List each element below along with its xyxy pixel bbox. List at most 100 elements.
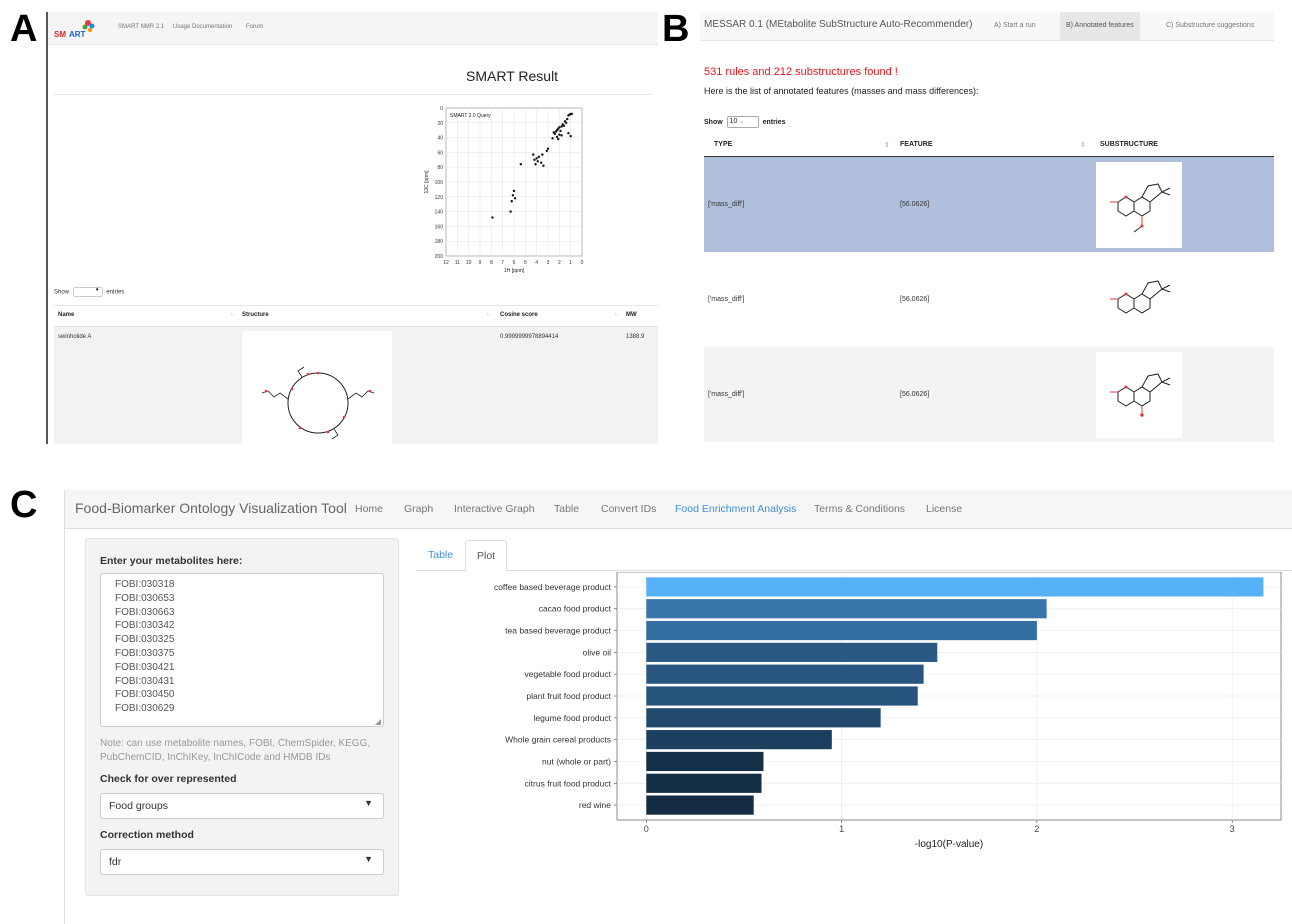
table-row[interactable]: ['mass_diff'] [56.0626] xyxy=(704,157,1274,252)
metabolites-label: Enter your metabolites here: xyxy=(100,555,243,567)
cell-name: swinholide A xyxy=(58,334,92,340)
bar xyxy=(646,642,938,662)
y-tick-label: 180 xyxy=(435,239,444,245)
substructure-image xyxy=(1096,257,1182,343)
fobi-navbar: Food-Biomarker Ontology Visualization To… xyxy=(65,490,1292,529)
metabolite-line: FOBI:030663 xyxy=(115,606,175,618)
x-tick-label: 3 xyxy=(547,260,550,266)
check-select-value: Food groups xyxy=(109,800,168,812)
entries-label: entries xyxy=(106,289,125,296)
cell-type: ['mass_diff'] xyxy=(708,391,745,398)
sort-icon[interactable]: ⇕ xyxy=(884,141,890,149)
caret-down-icon: ▼ xyxy=(364,798,373,808)
nav-home[interactable]: Home xyxy=(355,503,383,515)
structure-image xyxy=(242,331,392,444)
bar xyxy=(646,664,924,684)
enrichment-bar-chart: 0 1 2 3 coffee based beverage product cacao f… xyxy=(494,572,1282,850)
nav-usage-docs[interactable]: Usage Documentation xyxy=(173,24,232,30)
input-sidebar: Enter your metabolites here: FOBI:030318… xyxy=(85,538,399,896)
metabolite-line: FOBI:030653 xyxy=(115,592,175,604)
resize-handle-icon[interactable]: ◢ xyxy=(375,717,381,726)
data-point xyxy=(542,164,545,167)
data-point xyxy=(546,147,550,150)
x-tick-label: 6 xyxy=(513,260,516,266)
app-brand[interactable]: Food-Biomarker Ontology Visualization To… xyxy=(75,500,347,516)
check-select[interactable]: Food groups ▼ xyxy=(100,793,384,819)
table-row[interactable]: swinholide A 0.9999999978894414 1388.9 xyxy=(54,327,658,444)
bar xyxy=(646,599,1047,619)
data-point xyxy=(553,132,556,136)
page-size-select[interactable]: ♦ xyxy=(72,287,103,297)
data-point xyxy=(567,114,570,117)
col-mw[interactable]: MW xyxy=(626,312,637,318)
data-point xyxy=(534,163,537,166)
cell-mw: 1388.9 xyxy=(626,334,645,340)
col-name[interactable]: Name xyxy=(58,312,74,318)
metabolites-textarea[interactable]: FOBI:030318 FOBI:030653 FOBI:030663 FOBI… xyxy=(100,573,384,727)
x-tick-label: 1 xyxy=(569,260,572,266)
bar xyxy=(646,751,764,772)
cell-feature: [56.0626] xyxy=(900,391,930,398)
col-substructure[interactable]: SUBSTRUCTURE xyxy=(1100,141,1158,148)
table-row[interactable]: ['mass_diff'] [56.0626] xyxy=(704,347,1274,442)
nav-interactive-graph[interactable]: Interactive Graph xyxy=(454,503,535,515)
x-tick-label: 9 xyxy=(479,260,482,266)
data-point xyxy=(537,155,541,159)
data-point xyxy=(509,210,512,213)
correction-select-value: fdr xyxy=(109,856,122,868)
data-point xyxy=(533,158,536,161)
sort-icon[interactable]: ↑↓ xyxy=(486,312,491,318)
sort-icon[interactable]: ⇕ xyxy=(1080,141,1086,149)
col-feature[interactable]: FEATURE xyxy=(900,141,933,148)
chevron-down-icon: ⌄ xyxy=(739,119,745,125)
bar xyxy=(646,577,1264,597)
tab-plot[interactable]: Plot xyxy=(465,540,508,572)
x-axis-label: 1H [ppm] xyxy=(504,268,525,274)
nav-table[interactable]: Table xyxy=(554,503,579,515)
data-point xyxy=(519,163,522,166)
cell-type: ['mass_diff'] xyxy=(708,296,745,303)
input-note: Note: can use metabolite names, FOBI, Ch… xyxy=(100,738,371,763)
nav-terms-conditions[interactable]: Terms & Conditions xyxy=(814,503,905,515)
page-size-select[interactable]: 10 ⌄ xyxy=(726,116,759,128)
col-cosine-score[interactable]: Cosine score xyxy=(500,312,538,318)
tab-start-run[interactable]: A) Start a run xyxy=(988,12,1042,40)
nav-version[interactable]: SMART NMR 2.1 xyxy=(118,24,164,30)
tab-annotated-features[interactable]: B) Annotated features xyxy=(1060,12,1140,40)
sort-icon[interactable]: ↑↓ xyxy=(614,312,619,318)
x-tick-label: 1 xyxy=(839,824,844,834)
data-point xyxy=(511,194,515,197)
y-axis-label: 13C [ppm] xyxy=(424,170,430,194)
nav-license[interactable]: License xyxy=(926,503,962,515)
tab-substructure-suggestions[interactable]: C) Substructure suggestions xyxy=(1160,12,1260,40)
metabolite-line: FOBI:030629 xyxy=(115,703,175,715)
show-label: Show xyxy=(54,289,70,296)
smart-logo-icon[interactable]: SM ART xyxy=(54,18,98,40)
metabolite-line: FOBI:030421 xyxy=(115,661,175,673)
nav-graph[interactable]: Graph xyxy=(404,503,433,515)
nav-convert-ids[interactable]: Convert IDs xyxy=(601,503,656,515)
metabolite-line: FOBI:030450 xyxy=(115,689,175,701)
table-row[interactable]: ['mass_diff'] [56.0626] xyxy=(704,252,1274,347)
data-point xyxy=(554,130,558,133)
bar xyxy=(646,795,754,815)
x-tick-label: 2 xyxy=(1034,824,1039,834)
metabolite-line: FOBI:030375 xyxy=(115,647,175,659)
data-point xyxy=(560,134,563,137)
nav-forum[interactable]: Forum xyxy=(246,24,263,30)
y-tick-label: 140 xyxy=(435,210,444,216)
divider xyxy=(54,94,652,95)
tab-table[interactable]: Table xyxy=(417,540,464,570)
nav-food-enrichment-analysis[interactable]: Food Enrichment Analysis xyxy=(675,503,796,515)
category-label: tea based beverage product xyxy=(505,626,611,636)
correction-select[interactable]: fdr ▼ xyxy=(100,849,384,875)
data-point xyxy=(551,137,554,140)
panel-label-c: C xyxy=(10,484,38,526)
caret-down-icon: ▼ xyxy=(364,854,373,864)
col-structure[interactable]: Structure xyxy=(242,312,269,318)
molecule-structure-icon xyxy=(1110,373,1171,417)
sort-icon[interactable]: ↑↓ xyxy=(230,312,235,318)
col-type[interactable]: TYPE xyxy=(714,141,732,148)
cell-cosine-score: 0.9999999978894414 xyxy=(500,334,559,340)
app-brand[interactable]: MESSAR 0.1 (MEtabolite SubStructure Auto… xyxy=(704,19,972,30)
